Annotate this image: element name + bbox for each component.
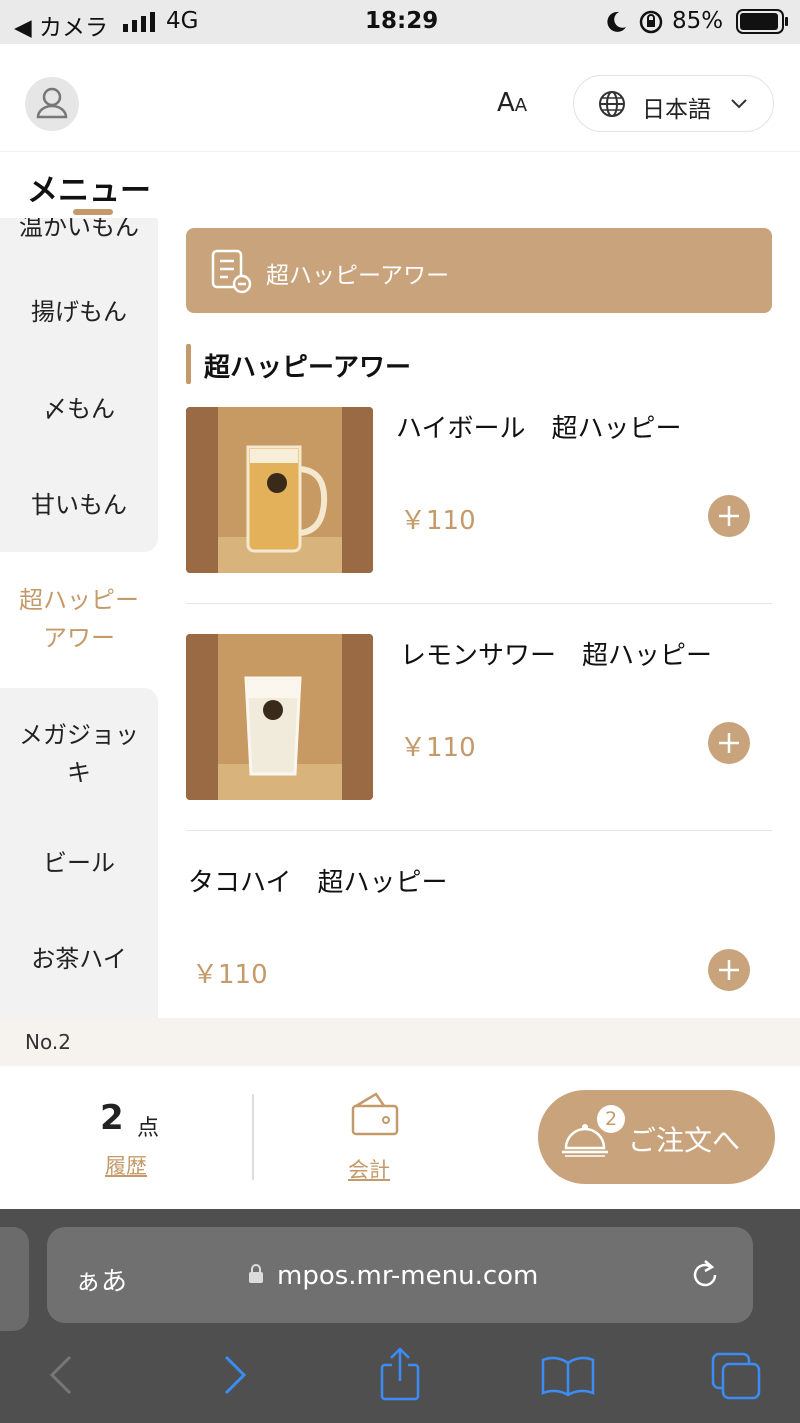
category-label-line2: アワー (43, 624, 115, 652)
checkout-link[interactable]: 会計 (348, 1154, 390, 1184)
plus-icon (719, 960, 739, 980)
happy-hour-banner[interactable]: 超ハッピーアワー (186, 228, 772, 313)
browser-toolbar: ぁあ mpos.mr-menu.com (0, 1209, 800, 1423)
battery-icon (736, 9, 788, 34)
reader-settings-button[interactable]: ぁあ (75, 1261, 127, 1298)
url-text[interactable]: mpos.mr-menu.com (277, 1261, 538, 1291)
section-marker (186, 344, 191, 384)
category-beer[interactable]: ビール (0, 814, 158, 910)
category-sidebar[interactable]: 温かいもん 揚げもん 〆もん 甘いもん 超ハッピー アワー メガジョッ キ ビー… (0, 218, 158, 1018)
add-item-button[interactable] (708, 495, 750, 537)
category-super-happy-hour[interactable]: 超ハッピー アワー (0, 552, 158, 688)
category-label: ビール (43, 849, 115, 877)
font-size-label-large: A (497, 88, 515, 118)
category-label: 〆もん (43, 395, 115, 423)
category-finish[interactable]: 〆もん (0, 364, 158, 460)
item-name[interactable]: タコハイ 超ハッピー (188, 862, 447, 899)
menu-content[interactable]: 超ハッピーアワー 超ハッピーアワー ハイボール 超ハッピー ￥110 レモンサワ… (158, 218, 800, 1018)
item-name[interactable]: レモンサワー 超ハッピー (400, 635, 712, 672)
category-label-line1: 超ハッピー (19, 586, 139, 614)
category-label: 甘いもん (31, 491, 127, 519)
language-selector[interactable]: 日本語 (573, 75, 774, 132)
previous-tab[interactable] (0, 1227, 29, 1331)
moon-icon (607, 11, 626, 32)
lock-icon (249, 1264, 263, 1283)
menu-title: メニュー (27, 173, 151, 209)
cart-count-unit: 点 (137, 1116, 160, 1141)
language-label: 日本語 (642, 97, 711, 123)
item-price: ￥110 (400, 506, 476, 536)
tabs-icon[interactable] (710, 1351, 762, 1401)
network-type: 4G (166, 8, 199, 34)
table-number-bar: No.2 (0, 1018, 800, 1066)
category-label-line1: メガジョッ (19, 721, 139, 749)
app-header: AA 日本語 (0, 44, 800, 152)
cart-count: 2 (100, 1098, 124, 1138)
rotation-lock-icon (639, 10, 663, 34)
menu-title-underline (73, 209, 113, 215)
user-icon (36, 87, 68, 119)
category-label: 温かいもん (19, 218, 139, 241)
item-divider (186, 603, 772, 604)
table-number: No.2 (25, 1030, 71, 1054)
category-label: お茶ハイ (31, 945, 127, 973)
globe-icon (599, 91, 625, 117)
item-price: ￥110 (400, 733, 476, 763)
order-badge: 2 (597, 1105, 625, 1133)
share-icon[interactable] (378, 1347, 422, 1403)
section-title: 超ハッピーアワー (204, 353, 411, 383)
category-label-line2: キ (67, 759, 91, 787)
back-arrow-icon[interactable] (46, 1353, 76, 1397)
item-price: ￥110 (192, 960, 268, 990)
plus-icon (719, 733, 739, 753)
item-image-lemon-sour[interactable] (186, 634, 373, 800)
bookmarks-icon[interactable] (540, 1355, 596, 1397)
signal-icon (123, 12, 155, 32)
clock: 18:29 (365, 8, 439, 34)
status-bar: ◀ カメラ 4G 18:29 85% (0, 0, 800, 44)
history-link[interactable]: 履歴 (105, 1150, 147, 1180)
menu-list-icon (211, 249, 252, 294)
chevron-down-icon (731, 99, 747, 109)
back-to-camera[interactable]: ◀ カメラ (14, 8, 108, 42)
user-avatar-button[interactable] (25, 77, 79, 131)
forward-arrow-icon[interactable] (220, 1353, 250, 1397)
category-mega-jug[interactable]: メガジョッ キ (0, 688, 158, 814)
item-divider (186, 830, 772, 831)
font-size-label-small: A (514, 95, 528, 116)
banner-label: 超ハッピーアワー (266, 263, 450, 289)
address-bar[interactable]: ぁあ mpos.mr-menu.com (47, 1227, 753, 1323)
wallet-icon[interactable] (350, 1090, 400, 1138)
battery-percent: 85% (672, 8, 724, 34)
category-warm[interactable]: 温かいもん (0, 218, 158, 268)
highball-photo (186, 407, 373, 573)
reload-icon[interactable] (687, 1257, 723, 1293)
category-tea-highball[interactable]: お茶ハイ (0, 910, 158, 1018)
category-sweets[interactable]: 甘いもん (0, 460, 158, 552)
bottom-bar: 2 点 履歴 会計 2 ご注文へ (0, 1066, 800, 1209)
order-button-label: ご注文へ (628, 1124, 741, 1157)
font-size-button[interactable]: AA (497, 88, 527, 118)
plus-icon (719, 506, 739, 526)
category-label: 揚げもん (31, 298, 127, 326)
item-name[interactable]: ハイボール 超ハッピー (396, 408, 681, 445)
add-item-button[interactable] (708, 949, 750, 991)
category-fried[interactable]: 揚げもん (0, 268, 158, 364)
add-item-button[interactable] (708, 722, 750, 764)
bottom-divider (252, 1094, 254, 1180)
lemon-sour-photo (186, 634, 373, 800)
item-image-highball[interactable] (186, 407, 373, 573)
order-button[interactable]: 2 ご注文へ (538, 1090, 775, 1184)
